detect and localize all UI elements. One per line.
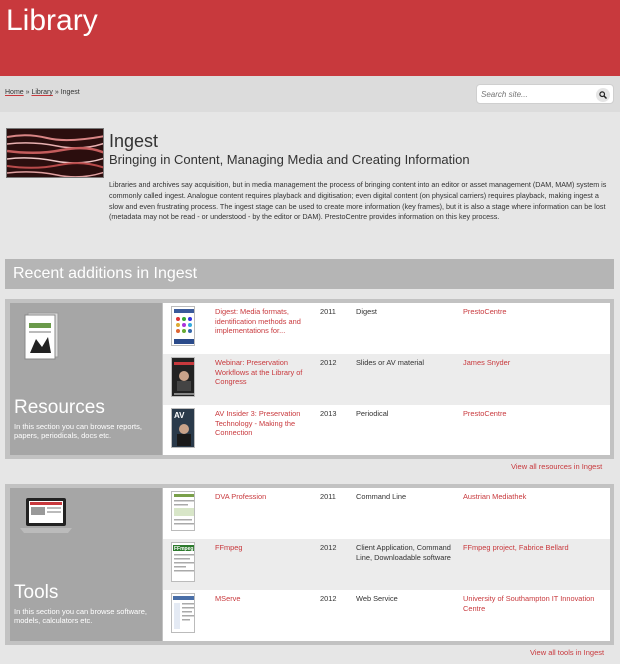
resource-thumbnail[interactable]: AV [171, 408, 195, 448]
breadcrumb-sep: » [52, 89, 61, 96]
recent-additions-title: Recent additions in Ingest [13, 265, 198, 282]
laptop-icon [20, 498, 72, 533]
table-row: Webinar: Preservation Workflows at the L… [163, 354, 610, 405]
resource-type: Slides or AV material [356, 358, 425, 367]
view-all-resources-link[interactable]: View all resources in Ingest [511, 462, 602, 471]
view-all-tools-link[interactable]: View all tools in Ingest [530, 648, 604, 657]
tool-year: 2012 [320, 543, 337, 552]
tools-panel: Tools In this section you can browse sof… [5, 484, 614, 645]
resources-title: Resources [14, 397, 105, 418]
page-title: Ingest [109, 131, 159, 151]
page-subtitle: Bringing in Content, Managing Media and … [109, 152, 470, 167]
recent-additions-heading: Recent additions in Ingest [5, 259, 614, 289]
resource-type: Periodical [356, 409, 389, 418]
tool-title-link[interactable]: FFmpeg [215, 543, 305, 553]
resource-type: Digest [356, 307, 377, 316]
resource-thumbnail[interactable] [171, 306, 195, 346]
table-row: FFmpeg FFmpeg 2012 Client Application, C… [163, 539, 610, 590]
tools-title: Tools [14, 582, 59, 603]
site-title[interactable]: Library [6, 4, 98, 38]
resources-panel: Resources In this section you can browse… [5, 299, 614, 459]
ingest-hero-image [6, 128, 104, 178]
breadcrumb: Home » Library » Ingest [5, 89, 80, 96]
resources-category[interactable]: Resources In this section you can browse… [10, 303, 162, 455]
resources-table: Digest: Media formats, identification me… [163, 303, 610, 455]
table-row: AV AV Insider 3: Preservation Technology… [163, 405, 610, 456]
breadcrumb-current: Ingest [60, 89, 80, 96]
tool-type: Client Application, Command Line, Downlo… [356, 543, 451, 562]
tools-table: DVA Profession 2011 Command Line Austria… [163, 488, 610, 641]
av-insider-thumb-label: AV [174, 411, 185, 420]
breadcrumb-library[interactable]: Library [31, 89, 52, 96]
tool-year: 2012 [320, 594, 337, 603]
tools-category[interactable]: Tools In this section you can browse sof… [10, 488, 162, 641]
resource-year: 2013 [320, 409, 337, 418]
resource-title-link[interactable]: AV Insider 3: Preservation Technology - … [215, 409, 305, 438]
search-input[interactable] [481, 90, 591, 99]
tools-description: In this section you can browse software,… [14, 607, 147, 625]
tool-publisher-link[interactable]: Austrian Mediathek [463, 492, 603, 502]
resource-year: 2011 [320, 307, 336, 316]
tool-title-link[interactable]: DVA Profession [215, 492, 305, 502]
resource-title-link[interactable]: Webinar: Preservation Workflows at the L… [215, 358, 305, 387]
tool-publisher-link[interactable]: FFmpeg project, Fabrice Bellard [463, 543, 603, 553]
tool-type: Web Service [356, 594, 398, 603]
tool-type: Command Line [356, 492, 407, 501]
breadcrumb-home[interactable]: Home [5, 89, 24, 96]
table-row: Digest: Media formats, identification me… [163, 303, 610, 354]
search-box [476, 84, 614, 104]
resources-description: In this section you can browse reports, … [14, 422, 142, 440]
search-icon [599, 91, 607, 99]
tool-thumbnail[interactable] [171, 491, 195, 531]
tool-title-link[interactable]: MServe [215, 594, 305, 604]
document-stack-icon [24, 312, 59, 360]
table-row: DVA Profession 2011 Command Line Austria… [163, 488, 610, 539]
tool-publisher-link[interactable]: University of Southampton IT Innovation … [463, 594, 603, 613]
tool-year: 2011 [320, 492, 336, 501]
tool-thumbnail[interactable] [171, 593, 195, 633]
resource-publisher-link[interactable]: PrestoCentre [463, 409, 603, 419]
resource-thumbnail[interactable] [171, 357, 195, 397]
site-header: Library [0, 0, 620, 76]
tool-thumbnail[interactable]: FFmpeg [171, 542, 195, 582]
resource-year: 2012 [320, 358, 337, 367]
table-row: MServe 2012 Web Service University of So… [163, 590, 610, 641]
ffmpeg-thumb-label: FFmpeg [174, 546, 193, 552]
resource-publisher-link[interactable]: James Snyder [463, 358, 603, 368]
intro-text: Libraries and archives say acquisition, … [109, 180, 607, 222]
resource-publisher-link[interactable]: PrestoCentre [463, 307, 603, 317]
resource-title-link[interactable]: Digest: Media formats, identification me… [215, 307, 305, 336]
search-button[interactable] [596, 88, 610, 102]
